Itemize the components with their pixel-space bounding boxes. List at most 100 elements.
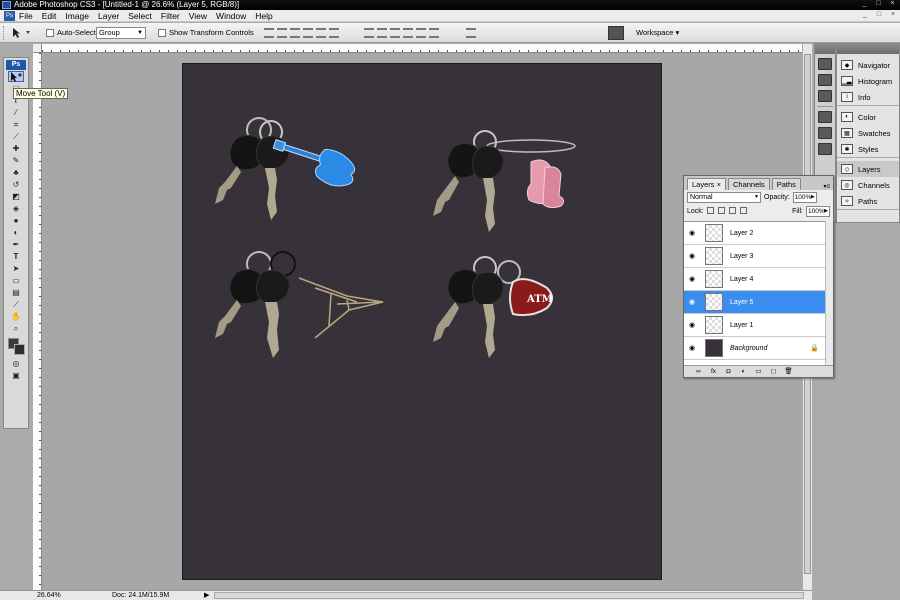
- dock-histogram[interactable]: ▁▃ Histogram: [837, 73, 899, 89]
- show-transform-checkbox[interactable]: [158, 28, 166, 37]
- dock-navigator[interactable]: ◆ Navigator: [837, 57, 899, 73]
- fx-icon[interactable]: fx: [709, 368, 718, 376]
- healing-tool[interactable]: ✚: [8, 143, 24, 154]
- dock-info[interactable]: i Info: [837, 89, 899, 105]
- layer-row[interactable]: ◉ Layer 4: [684, 268, 833, 291]
- horizontal-scrollbar[interactable]: [214, 592, 804, 599]
- actions-icon[interactable]: [818, 74, 832, 86]
- status-menu-arrow-icon[interactable]: ▶: [204, 591, 209, 600]
- auto-select-checkbox[interactable]: [46, 28, 54, 37]
- visibility-eye-icon[interactable]: ◉: [684, 275, 700, 283]
- visibility-eye-icon[interactable]: ◉: [684, 252, 700, 260]
- mask-icon[interactable]: ◘: [724, 368, 733, 376]
- pen-tool[interactable]: ✒: [8, 239, 24, 250]
- layer-row[interactable]: ◉ Layer 2: [684, 222, 833, 245]
- notes-tool[interactable]: ▤: [8, 287, 24, 298]
- keychain-eiffel-tower[interactable]: [197, 242, 397, 372]
- menu-layer[interactable]: Layer: [98, 11, 119, 21]
- hand-tool[interactable]: ✋: [8, 311, 24, 322]
- adjustment-icon[interactable]: ◐: [739, 368, 748, 376]
- lock-pixels-icon[interactable]: [717, 207, 725, 215]
- visibility-eye-icon[interactable]: ◉: [684, 344, 700, 352]
- distribute-right-icon[interactable]: [429, 28, 439, 38]
- distribute-bottom-icon[interactable]: [390, 28, 400, 38]
- move-tool[interactable]: [8, 71, 24, 82]
- layer-row-selected[interactable]: ◉ Layer 5: [684, 291, 833, 314]
- dock-paths[interactable]: ✧ Paths: [837, 193, 899, 209]
- slice-tool[interactable]: ⟋: [8, 131, 24, 142]
- lock-all-icon[interactable]: [739, 207, 747, 215]
- eraser-tool[interactable]: ◩: [8, 191, 24, 202]
- photoshop-logo[interactable]: Ps: [6, 60, 26, 70]
- background-color[interactable]: [14, 344, 25, 355]
- dock-color[interactable]: ◐ Color: [837, 109, 899, 125]
- align-top-icon[interactable]: [264, 28, 274, 38]
- auto-align-icon[interactable]: [466, 28, 476, 38]
- menu-filter[interactable]: Filter: [161, 11, 180, 21]
- layers-scrollbar[interactable]: [825, 221, 833, 367]
- visibility-eye-icon[interactable]: ◉: [684, 298, 700, 306]
- layer-row-background[interactable]: ◉ Background 🔒: [684, 337, 833, 360]
- visibility-eye-icon[interactable]: ◉: [684, 229, 700, 237]
- tab-channels[interactable]: Channels: [727, 178, 770, 190]
- shape-tool[interactable]: ▭: [8, 275, 24, 286]
- quick-mask-button[interactable]: ◎: [8, 358, 24, 369]
- document-canvas[interactable]: ATM: [182, 63, 662, 580]
- dock-header[interactable]: [815, 44, 835, 54]
- gradient-tool[interactable]: ◈: [8, 203, 24, 214]
- vertical-ruler[interactable]: [33, 53, 42, 590]
- zoom-level[interactable]: 26.64%: [37, 591, 61, 600]
- history-icon[interactable]: [818, 90, 832, 102]
- new-layer-icon[interactable]: ◻: [769, 368, 778, 376]
- menu-image[interactable]: Image: [65, 11, 89, 21]
- doc-close-button[interactable]: ×: [888, 11, 898, 20]
- panel-menu-icon[interactable]: ▾≡: [823, 183, 830, 190]
- dock-panel-header[interactable]: [837, 44, 899, 54]
- distribute-hcenter-icon[interactable]: [416, 28, 426, 38]
- layer-comps-icon[interactable]: [818, 143, 832, 155]
- document-icon[interactable]: Ps: [4, 10, 15, 21]
- tool-preset-picker[interactable]: [9, 26, 35, 40]
- quick-select-tool[interactable]: ⁄: [8, 107, 24, 118]
- menu-window[interactable]: Window: [216, 11, 246, 21]
- type-tool[interactable]: T: [8, 251, 24, 262]
- align-right-icon[interactable]: [329, 28, 339, 38]
- keychain-guitar[interactable]: [197, 108, 387, 228]
- distribute-vcenter-icon[interactable]: [377, 28, 387, 38]
- dock-swatches[interactable]: ▦ Swatches: [837, 125, 899, 141]
- workspace-button[interactable]: Workspace ▾: [630, 27, 685, 39]
- layer-row[interactable]: ◉ Layer 3: [684, 245, 833, 268]
- visibility-eye-icon[interactable]: ◉: [684, 321, 700, 329]
- tab-paths[interactable]: Paths: [771, 178, 801, 190]
- clone-source-icon[interactable]: [818, 127, 832, 139]
- align-left-icon[interactable]: [303, 28, 313, 38]
- blur-tool[interactable]: ●: [8, 215, 24, 226]
- tool-presets-icon[interactable]: [818, 58, 832, 70]
- dodge-tool[interactable]: ◐: [8, 227, 24, 238]
- menu-edit[interactable]: Edit: [42, 11, 57, 21]
- align-vcenter-icon[interactable]: [277, 28, 287, 38]
- group-icon[interactable]: ▭: [754, 368, 763, 376]
- lock-position-icon[interactable]: [728, 207, 736, 215]
- menu-file[interactable]: File: [19, 11, 33, 21]
- options-grip[interactable]: [3, 26, 6, 40]
- close-button[interactable]: ×: [887, 0, 898, 9]
- link-icon[interactable]: ∞: [694, 368, 703, 376]
- layer-row[interactable]: ◉ Layer 1: [684, 314, 833, 337]
- crop-tool[interactable]: ⌗: [8, 119, 24, 130]
- ruler-origin[interactable]: [33, 44, 42, 53]
- blend-mode-select[interactable]: Normal ▼: [687, 191, 761, 203]
- palette-well-icon[interactable]: [608, 26, 624, 40]
- distribute-top-icon[interactable]: [364, 28, 374, 38]
- menu-select[interactable]: Select: [128, 11, 152, 21]
- show-transform-option[interactable]: Show Transform Controls: [158, 28, 254, 37]
- align-bottom-icon[interactable]: [290, 28, 300, 38]
- dock-channels[interactable]: ◎ Channels: [837, 177, 899, 193]
- path-select-tool[interactable]: ➤: [8, 263, 24, 274]
- lock-transparency-icon[interactable]: [706, 207, 714, 215]
- maximize-button[interactable]: □: [873, 0, 884, 9]
- brush-tool[interactable]: ✎: [8, 155, 24, 166]
- clone-stamp-tool[interactable]: ♣: [8, 167, 24, 178]
- align-hcenter-icon[interactable]: [316, 28, 326, 38]
- horizontal-ruler[interactable]: [42, 44, 802, 53]
